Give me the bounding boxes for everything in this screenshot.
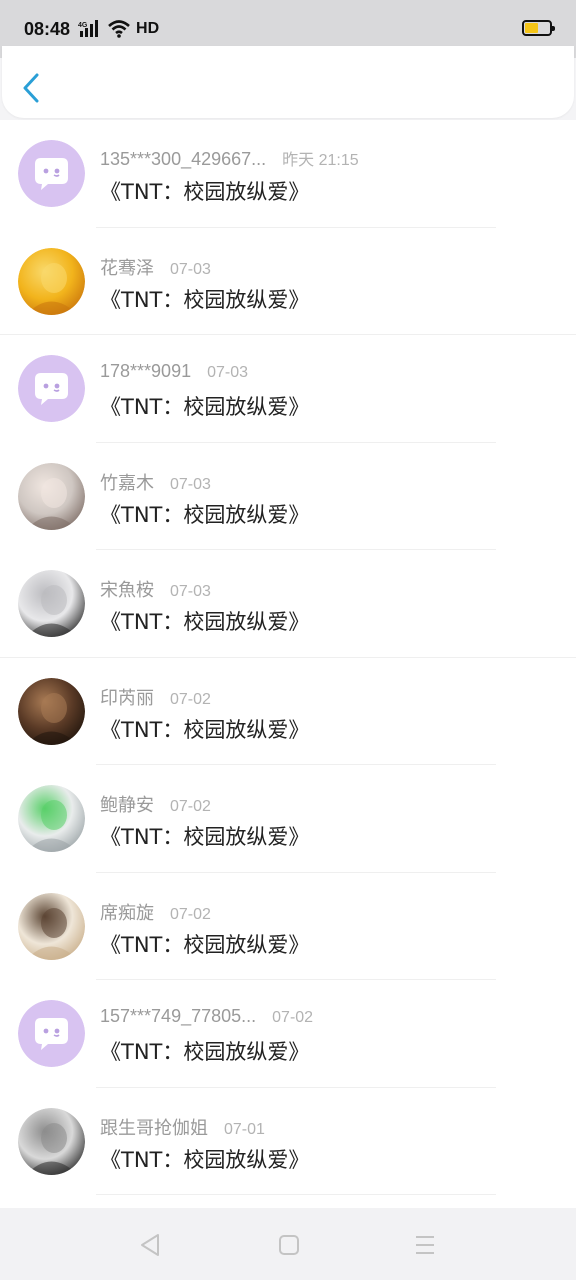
timestamp: 07-03 [170,475,211,493]
user-photo [18,1107,85,1175]
avatar[interactable] [18,462,85,530]
avatar[interactable] [18,785,85,852]
divider [96,1194,496,1195]
avatar[interactable] [18,677,85,745]
meta-line: 跟生哥抢伽姐 07-01 [100,1114,265,1140]
header [2,46,574,118]
list-item[interactable]: 印芮丽 07-02 《TNT：校园放纵爱》 [0,658,576,765]
back-button[interactable] [16,68,46,108]
avatar[interactable] [18,355,85,422]
message-list: 135***300_429667... 昨天 21:15 《TNT：校园放纵爱》 花… [0,120,576,1208]
chat-bubble-icon [18,140,85,207]
user-name: 157***749_77805... [100,1006,257,1026]
book-title: 《TNT：校园放纵爱》 [100,502,310,527]
meta-line: 157***749_77805... 07-02 [100,1006,313,1027]
timestamp: 07-03 [170,260,211,278]
user-name: 135***300_429667... [100,149,267,169]
timestamp: 07-01 [224,1120,265,1138]
list-item[interactable]: 157***749_77805... 07-02 《TNT：校园放纵爱》 [0,980,576,1088]
avatar[interactable] [18,570,85,637]
chat-bubble-icon [18,1000,85,1067]
book-title: 《TNT：校园放纵爱》 [100,610,310,634]
list-item[interactable]: 178***9091 07-03 《TNT：校园放纵爱》 [0,335,576,443]
meta-line: 鲍静安 07-02 [100,791,211,817]
list-item[interactable]: 跟生哥抢伽姐 07-01 《TNT：校园放纵爱》 [0,1088,576,1195]
chevron-left-icon [23,73,39,103]
status-time: 08:48 [24,18,71,39]
list-item[interactable]: 鲍静安 07-02 《TNT：校园放纵爱》 [0,765,576,873]
list-item[interactable]: 宋魚桉 07-03 《TNT：校园放纵爱》 [0,550,576,658]
nav-back-button[interactable] [136,1230,166,1260]
user-name: 鲍静安 [100,795,154,815]
avatar[interactable] [18,247,85,315]
list-item[interactable]: 竹嘉木 07-03 《TNT：校园放纵爱》 [0,443,576,550]
chat-bubble-icon [18,355,85,422]
list-item[interactable]: 135***300_429667... 昨天 21:15 《TNT：校园放纵爱》 [0,120,576,228]
meta-line: 135***300_429667... 昨天 21:15 [100,146,359,170]
nav-home-button[interactable] [274,1230,304,1260]
user-photo [18,462,85,530]
battery-icon [522,20,555,36]
nav-back-icon [141,1234,159,1256]
nav-home-icon [279,1235,299,1255]
timestamp: 07-02 [170,905,211,923]
avatar[interactable] [18,892,85,960]
avatar[interactable] [18,1000,85,1067]
cellular-signal-icon: 4G [78,20,99,37]
book-title: 《TNT：校园放纵爱》 [100,1040,310,1064]
status-icons: 4G HD [78,20,159,38]
user-photo [18,570,85,637]
navigation-bar [0,1208,576,1280]
list-item[interactable]: 花骞泽 07-03 《TNT：校园放纵爱》 [0,228,576,335]
user-name: 竹嘉木 [100,472,154,493]
avatar[interactable] [18,140,85,207]
book-title: 《TNT：校园放纵爱》 [100,1147,310,1172]
user-name: 跟生哥抢伽姐 [100,1117,208,1138]
book-title: 《TNT：校园放纵爱》 [100,825,310,849]
list-item[interactable]: 席痴旋 07-02 《TNT：校园放纵爱》 [0,873,576,980]
user-name: 花骞泽 [100,257,154,278]
user-name: 178***9091 [100,361,192,381]
meta-line: 178***9091 07-03 [100,361,248,382]
nav-menu-icon [416,1236,434,1254]
screen: 08:48 4G HD 135***300_429667... 昨天 21:15… [0,0,576,1280]
meta-line: 席痴旋 07-02 [100,899,211,925]
meta-line: 印芮丽 07-02 [100,684,211,710]
timestamp: 07-02 [272,1009,314,1026]
user-name: 宋魚桉 [100,580,154,600]
svg-text:4G: 4G [78,22,88,29]
timestamp: 昨天 21:15 [282,152,359,169]
user-photo [18,892,85,960]
user-photo [18,785,85,852]
wifi-icon [108,20,130,38]
user-photo [18,247,85,315]
timestamp: 07-02 [170,798,211,815]
book-title: 《TNT：校园放纵爱》 [100,287,310,312]
book-title: 《TNT：校园放纵爱》 [100,180,310,204]
user-name: 印芮丽 [100,687,154,708]
book-title: 《TNT：校园放纵爱》 [100,932,310,957]
meta-line: 宋魚桉 07-03 [100,576,211,602]
timestamp: 07-03 [170,583,211,600]
avatar[interactable] [18,1107,85,1175]
book-title: 《TNT：校园放纵爱》 [100,717,310,742]
nav-menu-button[interactable] [410,1230,440,1260]
meta-line: 花骞泽 07-03 [100,254,211,280]
user-name: 席痴旋 [100,902,154,923]
book-title: 《TNT：校园放纵爱》 [100,395,310,419]
hd-label: HD [136,20,160,37]
timestamp: 07-03 [207,364,249,381]
user-photo [18,677,85,745]
timestamp: 07-02 [170,690,211,708]
battery-fill [525,23,538,33]
meta-line: 竹嘉木 07-03 [100,469,211,495]
